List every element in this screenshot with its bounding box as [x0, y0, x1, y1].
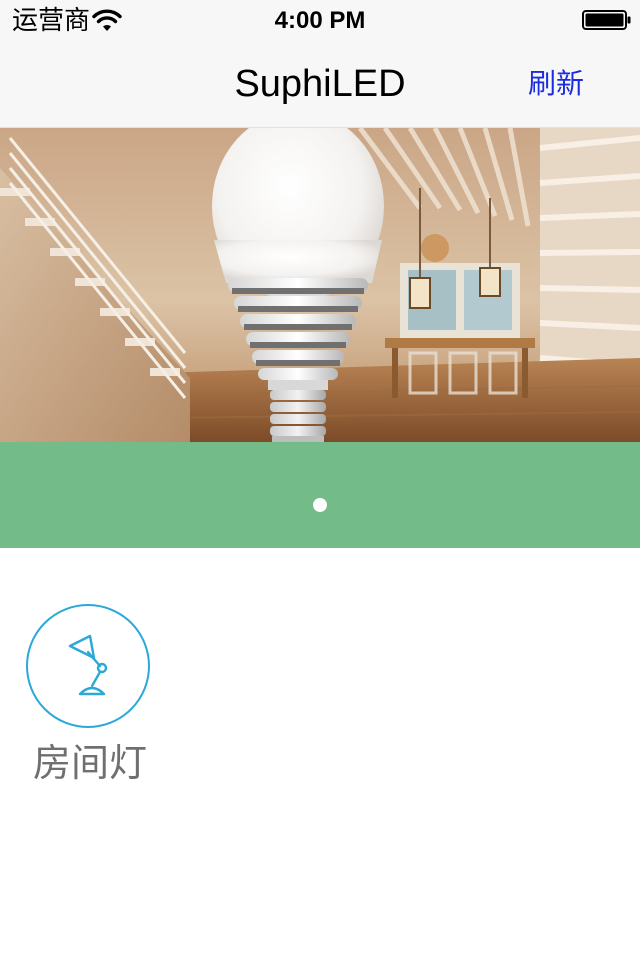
- app-screen: 运营商 4:00 PM SuphiLED 刷新 房间灯: [0, 0, 640, 960]
- status-time: 4:00 PM: [274, 7, 366, 34]
- refresh-button[interactable]: 刷新: [528, 64, 584, 104]
- status-bar: 运营商 4:00 PM: [0, 0, 640, 40]
- navigation-bar: SuphiLED 刷新: [0, 40, 640, 128]
- desk-lamp-icon: [68, 634, 108, 696]
- device-icon-ring: [26, 604, 150, 728]
- banner-image[interactable]: [0, 128, 640, 442]
- device-label: 房间灯: [32, 741, 147, 785]
- device-tile-room-light[interactable]: 房间灯: [24, 602, 156, 792]
- page-indicator-dot[interactable]: [313, 498, 327, 512]
- led-bulb-interior-photo: [0, 128, 640, 442]
- battery-full-icon: [582, 10, 631, 30]
- banner-pager: [0, 442, 640, 548]
